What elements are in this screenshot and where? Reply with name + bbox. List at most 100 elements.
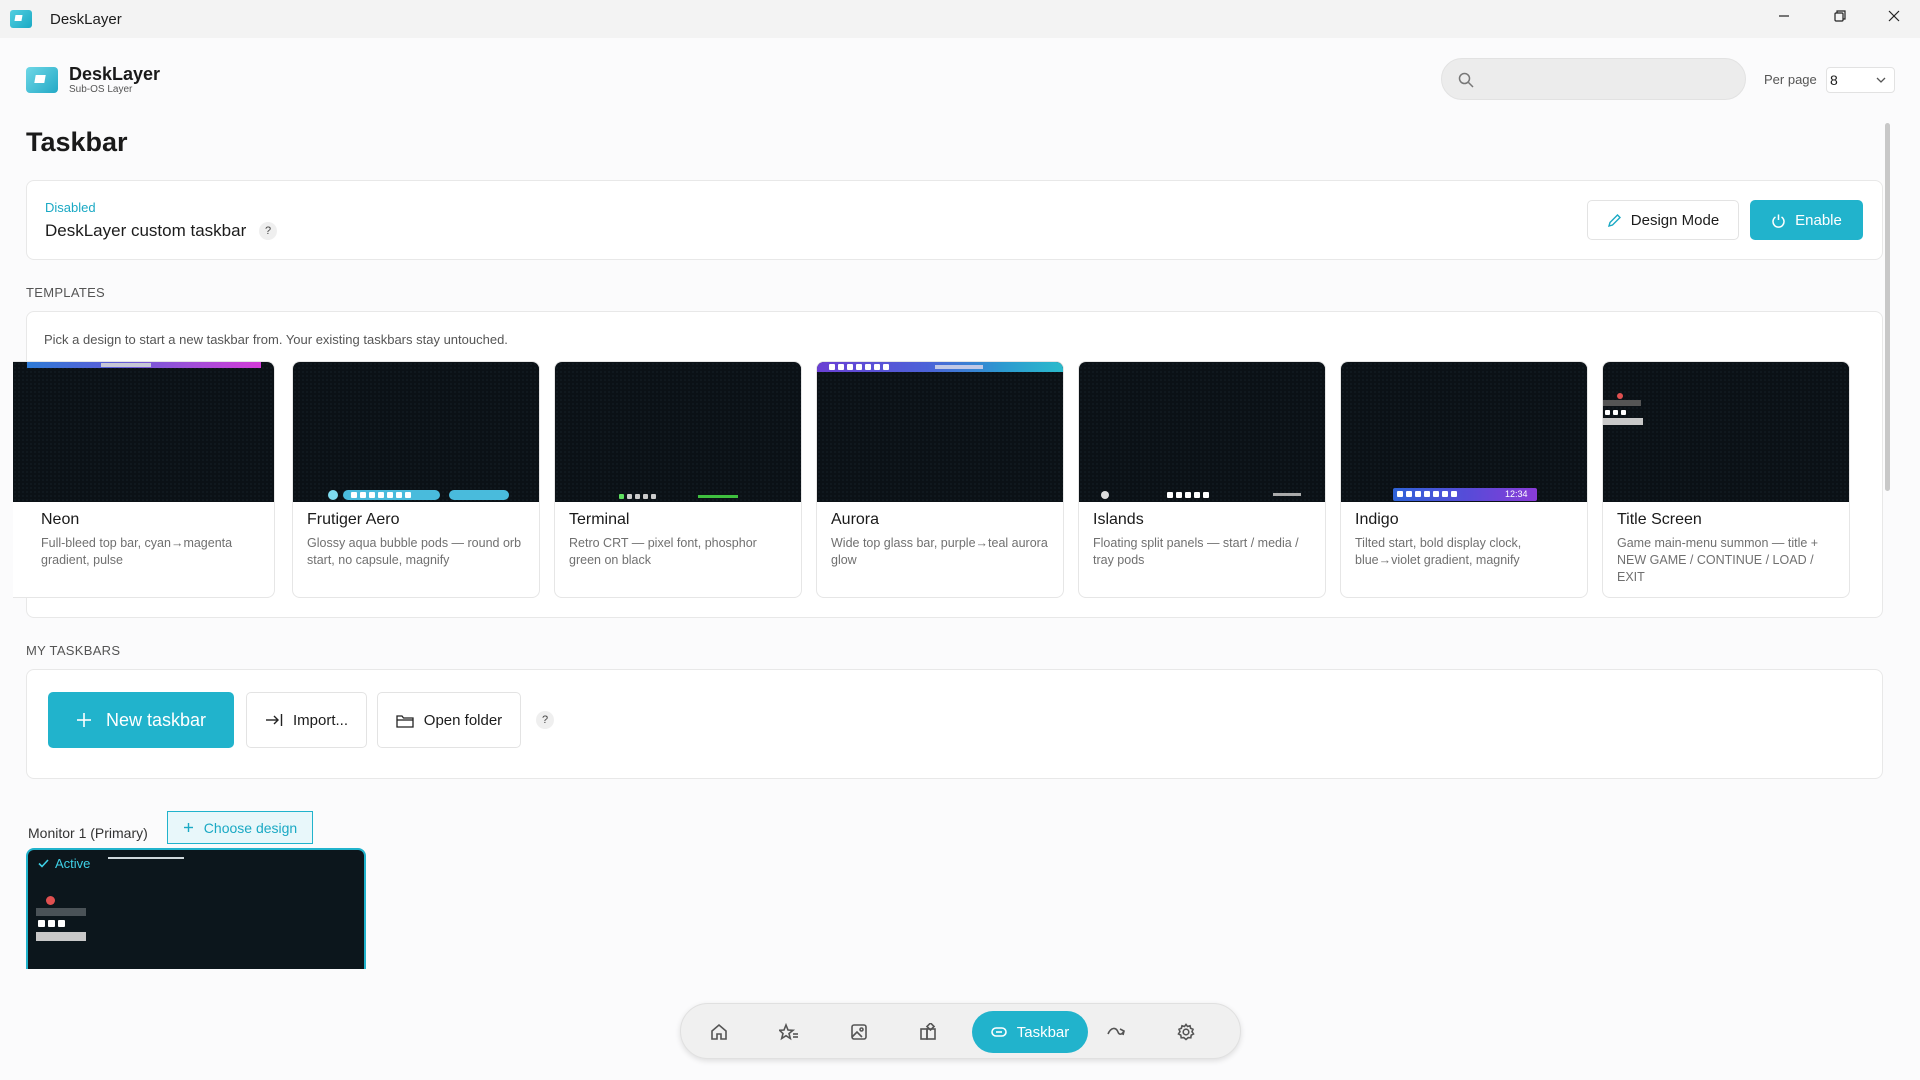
active-badge: Active <box>38 856 90 871</box>
template-card-terminal[interactable]: Terminal Retro CRT — pixel font, phospho… <box>554 361 802 598</box>
close-icon <box>1888 10 1900 22</box>
template-desc: Full-bleed top bar, cyan→magenta gradien… <box>41 536 233 567</box>
monitor-preview-card[interactable]: Active <box>26 848 366 969</box>
template-preview <box>293 362 539 502</box>
enable-button[interactable]: Enable <box>1750 200 1863 240</box>
my-taskbars-panel: New taskbar Import... Open folder ? <box>26 669 1883 779</box>
templates-intro: Pick a design to start a new taskbar fro… <box>44 332 508 347</box>
open-folder-label: Open folder <box>423 711 503 729</box>
bottom-nav: Taskbar <box>680 1003 1241 1059</box>
design-mode-label: Design Mode <box>1630 211 1720 229</box>
choose-design-label: Choose design <box>203 819 298 836</box>
app-icon <box>10 10 32 28</box>
indigo-clock: 12:34 <box>1505 489 1528 499</box>
template-desc: Glossy aqua bubble pods — round orb star… <box>307 536 522 567</box>
templates-panel: Pick a design to start a new taskbar fro… <box>13 311 1883 618</box>
template-card-title-screen[interactable]: Title Screen Game main-menu summon — tit… <box>1602 361 1850 598</box>
search-input[interactable] <box>1486 67 1736 91</box>
template-preview <box>1079 362 1325 502</box>
chevron-down-icon <box>1876 77 1886 83</box>
status-state: Disabled <box>45 200 96 215</box>
template-name: Title Screen <box>1617 511 1702 528</box>
gesture-icon <box>1107 1027 1125 1036</box>
template-card-islands[interactable]: Islands Floating split panels — start / … <box>1078 361 1326 598</box>
template-desc: Game main-menu summon — title + NEW GAME… <box>1617 536 1819 584</box>
my-taskbars-section-label: MY TASKBARS <box>26 643 121 658</box>
taskbar-status-card: Disabled DeskLayer custom taskbar ? Desi… <box>26 180 1883 260</box>
search-icon <box>1458 72 1474 88</box>
template-name: Aurora <box>831 511 880 528</box>
design-mode-button[interactable]: Design Mode <box>1587 200 1739 240</box>
template-name: Indigo <box>1355 511 1399 528</box>
template-card-neon[interactable]: Neon Full-bleed top bar, cyan→magenta gr… <box>13 361 275 598</box>
nav-taskbar[interactable]: Taskbar <box>972 1011 1088 1053</box>
template-desc: Retro CRT — pixel font, phosphor green o… <box>569 536 757 567</box>
brand-name: DeskLayer <box>69 64 161 84</box>
nav-active-label: Taskbar <box>1016 1023 1070 1041</box>
template-preview <box>817 362 1063 502</box>
choose-design-button[interactable]: Choose design <box>167 811 313 844</box>
template-name: Islands <box>1093 511 1144 528</box>
favorites-icon <box>779 1023 798 1041</box>
per-page-value: 8 <box>1830 72 1838 88</box>
status-label: DeskLayer custom taskbar <box>45 221 247 240</box>
minimize-icon <box>1779 15 1789 17</box>
enable-label: Enable <box>1795 211 1842 229</box>
open-folder-button[interactable]: Open folder <box>377 692 521 748</box>
new-taskbar-label: New taskbar <box>105 709 207 730</box>
scrollbar[interactable] <box>1885 123 1890 491</box>
home-icon <box>711 1023 727 1040</box>
help-icon[interactable]: ? <box>259 222 277 240</box>
page-title: Taskbar <box>26 127 128 157</box>
check-icon <box>38 859 49 868</box>
template-card-frutiger-aero[interactable]: Frutiger Aero Glossy aqua bubble pods — … <box>292 361 540 598</box>
brand-subtitle: Sub-OS Layer <box>69 84 133 95</box>
settings-icon <box>1177 1023 1195 1041</box>
restore-button[interactable] <box>1812 0 1868 32</box>
restore-icon <box>1834 10 1846 22</box>
template-card-aurora[interactable]: Aurora Wide top glass bar, purple→teal a… <box>816 361 1064 598</box>
nav-settings[interactable] <box>1172 1018 1200 1046</box>
nav-favorites[interactable] <box>775 1018 803 1046</box>
template-card-indigo[interactable]: 12:34 Indigo Tilted start, bold display … <box>1340 361 1588 598</box>
import-label: Import... <box>292 711 348 729</box>
power-icon <box>1772 214 1785 228</box>
template-desc: Tilted start, bold display clock, blue→v… <box>1355 536 1522 567</box>
folder-icon <box>396 714 414 728</box>
nav-widgets[interactable] <box>914 1018 942 1046</box>
minimize-button[interactable] <box>1756 0 1812 32</box>
new-taskbar-button[interactable]: New taskbar <box>48 692 234 748</box>
close-button[interactable] <box>1866 0 1920 32</box>
image-icon <box>851 1024 867 1040</box>
per-page-select[interactable]: 8 <box>1826 67 1895 93</box>
title-bar: DeskLayer <box>0 0 1920 38</box>
brand: DeskLayer Sub-OS Layer <box>26 64 160 96</box>
window-title: DeskLayer <box>50 10 122 28</box>
import-icon <box>265 714 283 726</box>
template-preview: 12:34 <box>1341 362 1587 502</box>
search-box[interactable] <box>1441 58 1746 100</box>
active-label: Active <box>55 856 91 871</box>
desklayer-logo-icon <box>26 67 58 93</box>
nav-wallpaper[interactable] <box>845 1018 873 1046</box>
template-preview <box>13 362 274 502</box>
template-name: Frutiger Aero <box>307 511 400 528</box>
template-preview <box>1603 362 1849 502</box>
plus-icon <box>76 713 91 727</box>
template-desc: Floating split panels — start / media / … <box>1093 536 1299 567</box>
template-desc: Wide top glass bar, purple→teal aurora g… <box>831 536 1048 567</box>
template-name: Neon <box>41 511 80 528</box>
plus-icon <box>183 823 193 832</box>
nav-gestures[interactable] <box>1102 1018 1130 1046</box>
import-button[interactable]: Import... <box>246 692 367 748</box>
taskbar-icon <box>990 1027 1007 1037</box>
nav-home[interactable] <box>705 1018 733 1046</box>
help-icon[interactable]: ? <box>536 711 554 729</box>
pencil-icon <box>1607 213 1621 227</box>
template-name: Terminal <box>569 511 630 528</box>
widgets-icon <box>920 1023 936 1040</box>
per-page-label: Per page <box>1764 72 1817 87</box>
template-preview <box>555 362 801 502</box>
monitor-label: Monitor 1 (Primary) <box>28 825 148 841</box>
templates-section-label: TEMPLATES <box>26 285 106 300</box>
